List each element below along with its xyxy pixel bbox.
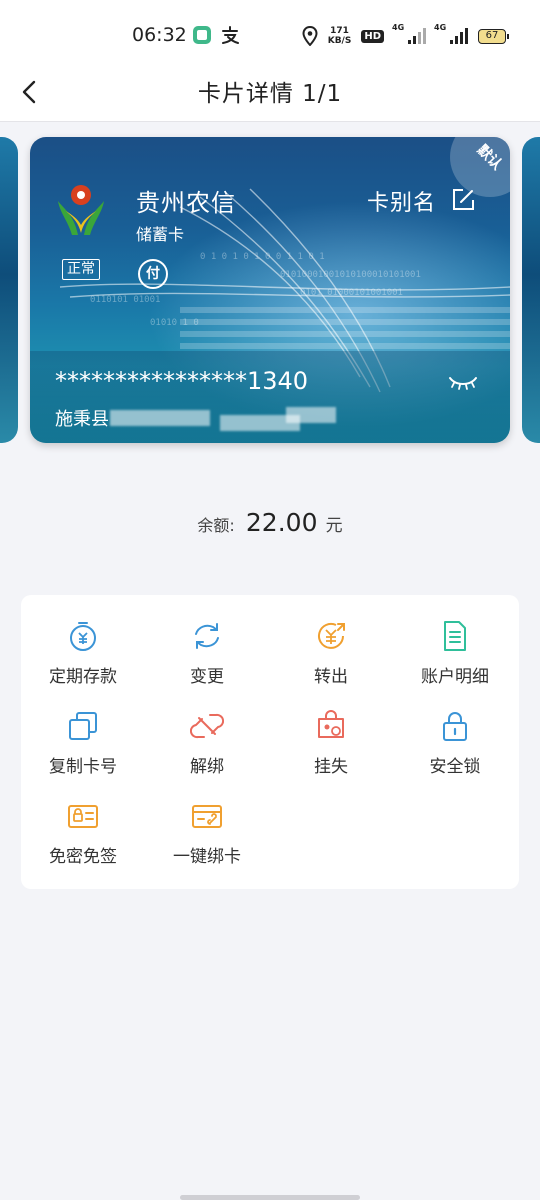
card-number: ****************1340 <box>55 367 309 395</box>
net-speed-unit: KB/S <box>327 36 352 46</box>
svg-text:01010001001010100010101001: 01010001001010100010101001 <box>280 270 421 280</box>
action-quick-bind-card[interactable]: 一键绑卡 <box>145 799 269 879</box>
alipay-notification-icon <box>222 26 239 44</box>
action-unbind[interactable]: 解绑 <box>145 709 269 789</box>
action-label: 转出 <box>314 667 348 687</box>
quick-bind-card-icon <box>192 805 222 828</box>
pay-icon: 付 <box>138 259 168 289</box>
location-icon <box>302 26 318 46</box>
balance-unit: 元 <box>325 516 343 536</box>
svg-text:0101 01000101001001: 0101 01000101001001 <box>300 288 403 298</box>
signal-2-icon: 4G <box>434 23 468 44</box>
battery-icon: 67 <box>478 28 509 44</box>
action-change[interactable]: 变更 <box>145 619 269 699</box>
action-security-lock[interactable]: 安全锁 <box>393 709 517 789</box>
svg-text:0 1 0 1 0 1 0 0 1 1 0 1: 0 1 0 1 0 1 0 0 1 1 0 1 <box>200 252 325 262</box>
balance-label: 余额: <box>197 516 235 535</box>
action-report-loss[interactable]: 挂失 <box>269 709 393 789</box>
svg-text:0110101 01001: 0110101 01001 <box>90 295 160 305</box>
time-deposit-icon <box>70 622 96 651</box>
eye-closed-icon[interactable] <box>448 373 478 393</box>
action-label: 定期存款 <box>49 667 117 687</box>
bank-logo <box>58 185 104 235</box>
action-label: 免密免签 <box>49 847 117 867</box>
status-time: 06:32 <box>132 24 187 46</box>
page-title: 卡片详情 1/1 <box>197 81 343 107</box>
card-type: 储蓄卡 <box>136 225 185 244</box>
action-label: 挂失 <box>314 757 348 777</box>
action-account-detail[interactable]: 账户明细 <box>393 619 517 699</box>
action-label: 账户明细 <box>421 667 489 687</box>
signal-2-label: 4G <box>434 23 447 32</box>
bank-name: 贵州农信 <box>136 189 236 217</box>
nav-bar: 卡片详情 1/1 <box>0 70 540 122</box>
bank-card[interactable]: 0 1 0 1 0 1 0 0 1 1 0 1 0101000100101010… <box>30 137 510 443</box>
redacted-holder-text <box>110 410 210 426</box>
action-label: 安全锁 <box>429 757 481 777</box>
action-panel: 定期存款 变更 转出 账户明细 复制卡号 解绑 挂失 安全锁 免密免签 一键绑卡 <box>21 595 519 889</box>
action-label: 解绑 <box>190 757 224 777</box>
action-transfer-out[interactable]: 转出 <box>269 619 393 699</box>
balance-row: 余额: 22.00 元 <box>0 508 540 537</box>
unbind-icon <box>190 713 224 739</box>
previous-card-peek[interactable] <box>0 137 18 443</box>
card-holder-name: 施秉县 <box>55 409 109 430</box>
balance-value: 22.00 <box>245 508 318 537</box>
next-card-peek[interactable] <box>522 137 540 443</box>
app-notification-icon <box>193 26 211 44</box>
hd-badge: HD <box>361 29 384 43</box>
status-badge: 正常 <box>62 259 100 280</box>
action-label: 变更 <box>190 667 224 687</box>
lock-icon <box>443 712 467 741</box>
action-label: 一键绑卡 <box>173 847 241 867</box>
refresh-icon <box>195 623 219 649</box>
battery-level: 67 <box>485 29 499 41</box>
password-free-icon <box>68 805 98 828</box>
action-time-deposit[interactable]: 定期存款 <box>21 619 145 699</box>
net-speed-value: 171 <box>330 26 349 36</box>
net-speed: 171 KB/S <box>328 26 352 46</box>
signal-1-label: 4G <box>392 23 405 32</box>
action-label: 复制卡号 <box>49 757 117 777</box>
redacted-holder-text-3 <box>286 407 336 423</box>
copy-icon <box>69 712 97 740</box>
transfer-out-icon <box>318 622 345 649</box>
status-bar: 06:32 171 KB/S HD 4G 4G 67 <box>0 0 540 70</box>
home-indicator[interactable] <box>180 1195 360 1200</box>
action-password-free[interactable]: 免密免签 <box>21 799 145 879</box>
action-copy-card-number[interactable]: 复制卡号 <box>21 709 145 789</box>
account-detail-icon <box>444 621 466 651</box>
signal-1-icon: 4G <box>392 23 426 44</box>
report-loss-icon <box>318 710 344 738</box>
card-alias-label[interactable]: 卡别名 <box>367 185 436 217</box>
status-right-group: 171 KB/S HD 4G 4G 67 <box>302 23 509 48</box>
